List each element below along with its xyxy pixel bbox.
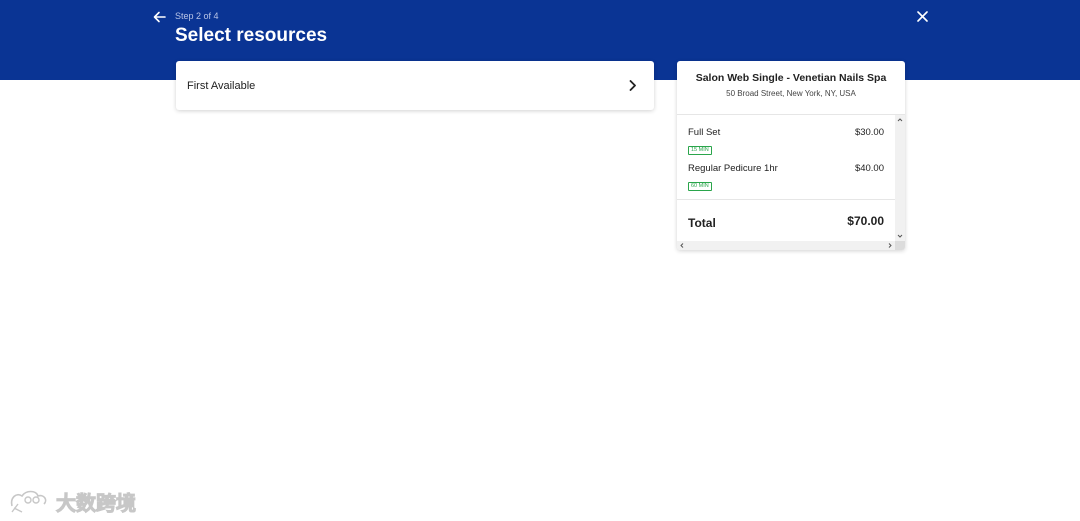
page-title: Select resources bbox=[175, 25, 328, 46]
booking-summary-panel: Salon Web Single - Venetian Nails Spa 50… bbox=[677, 61, 905, 250]
watermark-logo-icon bbox=[10, 490, 47, 513]
chevron-right-icon bbox=[626, 79, 640, 93]
watermark-text: 大数跨境 bbox=[56, 492, 137, 515]
resource-option-first-available[interactable]: First Available bbox=[176, 61, 654, 110]
back-button[interactable] bbox=[150, 8, 168, 26]
step-indicator: Step 2 of 4 bbox=[175, 11, 219, 21]
close-icon bbox=[916, 10, 928, 22]
service-item: Regular Pedicure 1hr $40.00 60 MIN bbox=[688, 163, 884, 192]
salon-name: Salon Web Single - Venetian Nails Spa bbox=[695, 72, 887, 84]
scroll-down-icon[interactable] bbox=[897, 233, 903, 239]
resource-option-label: First Available bbox=[187, 79, 256, 92]
total-row: Total $70.00 bbox=[688, 214, 884, 232]
scroll-right-icon[interactable] bbox=[887, 242, 893, 249]
total-label: Total bbox=[688, 216, 716, 230]
vertical-scrollbar[interactable] bbox=[895, 115, 905, 241]
scroll-left-icon[interactable] bbox=[679, 242, 685, 249]
summary-scroll-area[interactable]: Full Set $30.00 15 MIN Regular Pedicure … bbox=[677, 115, 895, 241]
horizontal-scrollbar[interactable] bbox=[677, 241, 895, 250]
service-item: Full Set $30.00 15 MIN bbox=[688, 127, 884, 156]
total-value: $70.00 bbox=[847, 214, 884, 228]
watermark: 大数跨境 bbox=[8, 487, 137, 515]
service-price: $40.00 bbox=[854, 163, 884, 174]
service-price: $30.00 bbox=[854, 127, 884, 138]
duration-badge: 15 MIN bbox=[688, 146, 712, 155]
duration-badge: 60 MIN bbox=[688, 182, 712, 191]
arrow-left-icon bbox=[153, 11, 166, 23]
close-button[interactable] bbox=[913, 7, 931, 25]
total-divider bbox=[677, 199, 895, 200]
scroll-up-icon[interactable] bbox=[897, 117, 903, 123]
summary-header: Salon Web Single - Venetian Nails Spa 50… bbox=[677, 61, 905, 115]
scrollbar-corner bbox=[895, 241, 905, 250]
salon-address: 50 Broad Street, New York, NY, USA bbox=[726, 89, 856, 98]
